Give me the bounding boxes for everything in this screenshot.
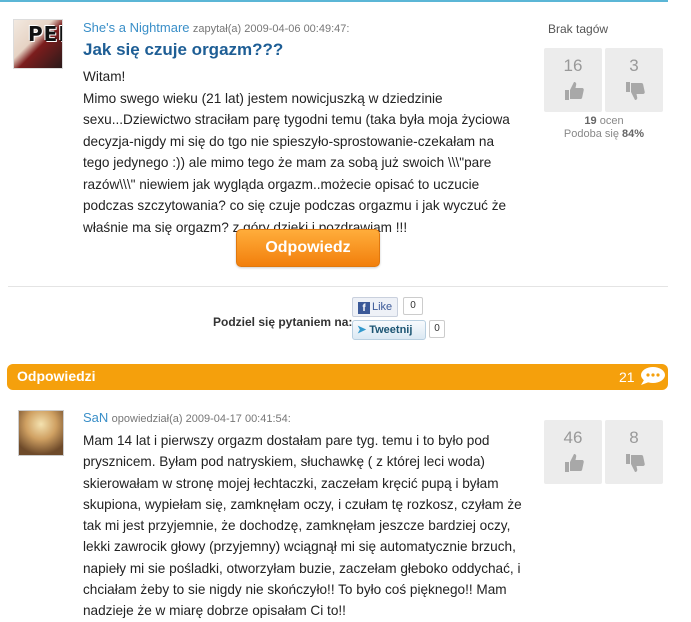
speech-bubble-icon xyxy=(641,367,665,385)
question-votes-up-count: 16 xyxy=(563,56,583,75)
answer-body: Mam 14 lat i pierwszy orgazm dostałam pa… xyxy=(83,433,522,619)
answer-timestamp: opowiedział(a) 2009-04-17 00:41:54: xyxy=(111,413,291,425)
ratings-summary: 19 ocen Podoba się 84% xyxy=(543,115,665,141)
thumbs-down-icon xyxy=(626,82,645,100)
answer-vote-down-button[interactable]: 8 xyxy=(605,420,663,484)
question-title: Jak się czuje orgazm??? xyxy=(83,40,284,59)
answer-vote-up-button[interactable]: 46 xyxy=(544,420,602,484)
facebook-like-button[interactable]: f Like xyxy=(352,297,398,317)
ratings-count: 19 xyxy=(584,115,597,127)
facebook-like-label: Like xyxy=(372,301,393,313)
answers-header-title: Odpowiedzi xyxy=(17,368,96,384)
facebook-like-count: 0 xyxy=(403,297,423,315)
answer-votes-up-count: 46 xyxy=(563,428,583,447)
question-text: Mimo swego wieku (21 lat) jestem nowicju… xyxy=(83,90,510,235)
question-vote-down-button[interactable]: 3 xyxy=(605,48,663,112)
top-border xyxy=(0,0,668,2)
tweet-label: Tweetnij xyxy=(369,324,413,336)
answer-author-link[interactable]: SaN xyxy=(83,410,108,425)
twitter-bird-icon: ➤ xyxy=(357,324,367,336)
likes-label: Podoba się xyxy=(563,128,619,140)
question-author-link[interactable]: She's a Nightmare xyxy=(83,20,190,35)
answers-header-bar: Odpowiedzi 21 xyxy=(7,364,668,390)
question-greeting: Witam! xyxy=(83,69,126,84)
question-meta: She's a Nightmare zapytał(a) 2009-04-06 … xyxy=(83,20,349,35)
share-label: Podziel się pytaniem na: xyxy=(213,315,353,329)
answer-avatar[interactable] xyxy=(18,410,64,456)
avatar-watermark: PENERA.PL xyxy=(28,22,62,46)
question-vote-up-button[interactable]: 16 xyxy=(544,48,602,112)
likes-percent: 84% xyxy=(622,128,645,140)
answers-count: 21 xyxy=(619,369,635,385)
tweet-count: 0 xyxy=(429,320,445,338)
question-avatar[interactable]: PENERA.PL xyxy=(13,19,63,69)
section-divider xyxy=(8,286,668,287)
thumbs-up-icon xyxy=(565,454,584,472)
question-votes-down-count: 3 xyxy=(629,56,639,75)
tweet-button[interactable]: ➤ Tweetnij xyxy=(352,320,426,340)
ratings-label: ocen xyxy=(599,115,624,127)
answer-votes-down-count: 8 xyxy=(629,428,639,447)
question-timestamp: zapytał(a) 2009-04-06 00:49:47: xyxy=(192,23,350,35)
thumbs-up-icon xyxy=(565,82,584,100)
facebook-icon: f xyxy=(358,302,370,314)
thumbs-down-icon xyxy=(626,454,645,472)
question-body: Witam! Mimo swego wieku (21 lat) jestem … xyxy=(83,66,523,238)
answer-button[interactable]: Odpowiedz xyxy=(236,229,380,267)
answer-meta: SaN opowiedział(a) 2009-04-17 00:41:54: xyxy=(83,410,291,425)
tags-label: Brak tagów xyxy=(548,22,609,36)
